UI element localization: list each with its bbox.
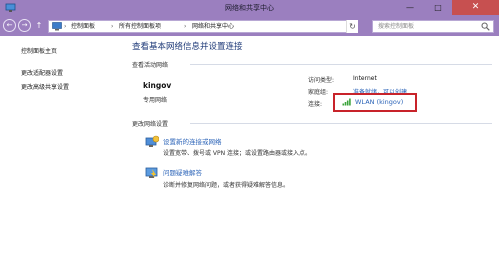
address-bar[interactable]: › 控制面板 › 所有控制面板项 › 网络和共享中心 ▾ (48, 20, 391, 33)
breadcrumb-all-items[interactable]: 所有控制面板项 (119, 21, 161, 32)
breadcrumb-separator: › (111, 23, 114, 30)
troubleshoot-link[interactable]: 问题疑难解答 (163, 167, 202, 177)
search-placeholder: 搜索控制面板 (378, 23, 415, 30)
up-button[interactable]: ↑ (34, 20, 44, 31)
change-settings-label: 更改网络设置 (132, 121, 169, 128)
troubleshoot-icon (145, 167, 158, 178)
search-box[interactable]: 搜索控制面板 (372, 20, 494, 33)
section-divider (190, 64, 492, 65)
troubleshoot-desc: 诊断并修复网络问题，或者获得疑难解答信息。 (163, 182, 290, 189)
breadcrumb-separator: › (184, 23, 187, 30)
wifi-signal-icon (342, 98, 351, 106)
connection-label: 连接: (308, 101, 323, 108)
page-title: 查看基本网络信息并设置连接 (132, 42, 243, 52)
access-type-label: 访问类型: (308, 77, 335, 84)
breadcrumb-separator: › (64, 23, 67, 30)
refresh-button[interactable]: ↻ (346, 20, 358, 33)
search-icon[interactable] (481, 22, 490, 31)
forward-button[interactable]: → (18, 19, 31, 32)
homegroup-label: 家庭组: (308, 89, 329, 96)
sidebar-item-advanced-sharing[interactable]: 更改高级共享设置 (21, 82, 69, 91)
new-connection-desc: 设置宽带、拨号或 VPN 连接；或设置路由器或接入点。 (163, 150, 312, 157)
wlan-connection-link[interactable]: WLAN (kingov) (355, 98, 403, 106)
new-connection-icon (145, 135, 159, 147)
control-panel-icon (52, 22, 62, 31)
section-divider (190, 123, 492, 124)
breadcrumb-network-center[interactable]: 网络和共享中心 (192, 21, 234, 32)
sidebar-item-home[interactable]: 控制面板主页 (21, 46, 57, 55)
close-button[interactable]: ✕ (452, 0, 499, 15)
back-button[interactable]: ← (3, 19, 16, 32)
network-name: kingov (143, 81, 172, 90)
active-networks-label: 查看活动网络 (132, 62, 169, 69)
new-connection-link[interactable]: 设置新的连接或网络 (163, 136, 222, 146)
minimize-button[interactable]: — (396, 0, 424, 15)
access-type-value: Internet (353, 75, 377, 82)
breadcrumb-control-panel[interactable]: 控制面板 (71, 21, 95, 32)
sidebar-item-adapter-settings[interactable]: 更改适配器设置 (21, 68, 63, 77)
maximize-button[interactable]: □ (424, 0, 452, 15)
network-type[interactable]: 专用网络 (143, 95, 167, 104)
